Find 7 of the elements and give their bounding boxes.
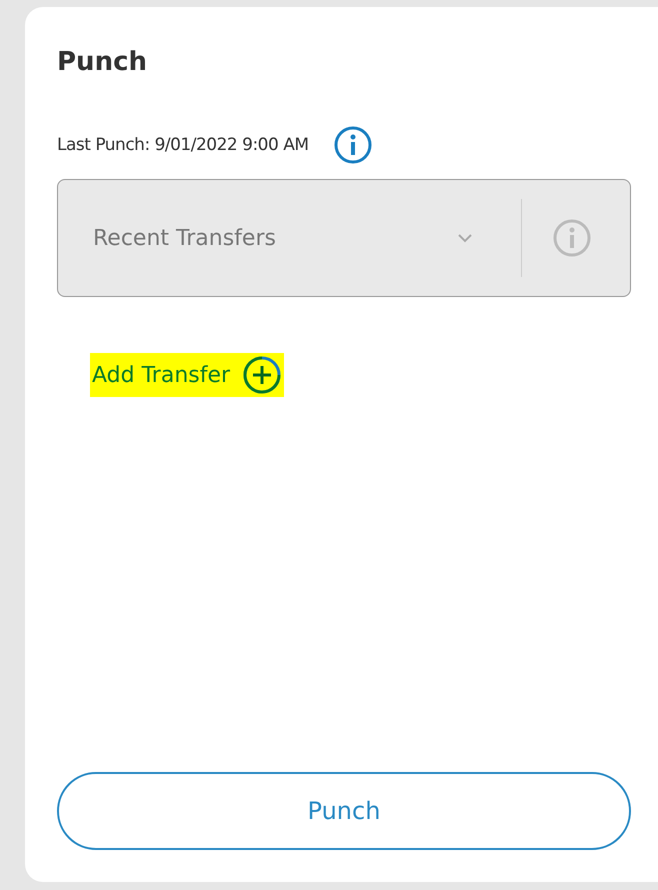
plus-circle-icon xyxy=(242,355,282,395)
info-icon[interactable] xyxy=(332,125,373,165)
add-transfer-link[interactable]: Add Transfer xyxy=(90,353,284,397)
caret-icon xyxy=(457,233,473,243)
last-punch-text: Last Punch: 9/01/2022 9:00 AM xyxy=(57,135,309,155)
punch-button[interactable]: Punch xyxy=(57,772,631,850)
card-title: Punch xyxy=(57,47,148,77)
